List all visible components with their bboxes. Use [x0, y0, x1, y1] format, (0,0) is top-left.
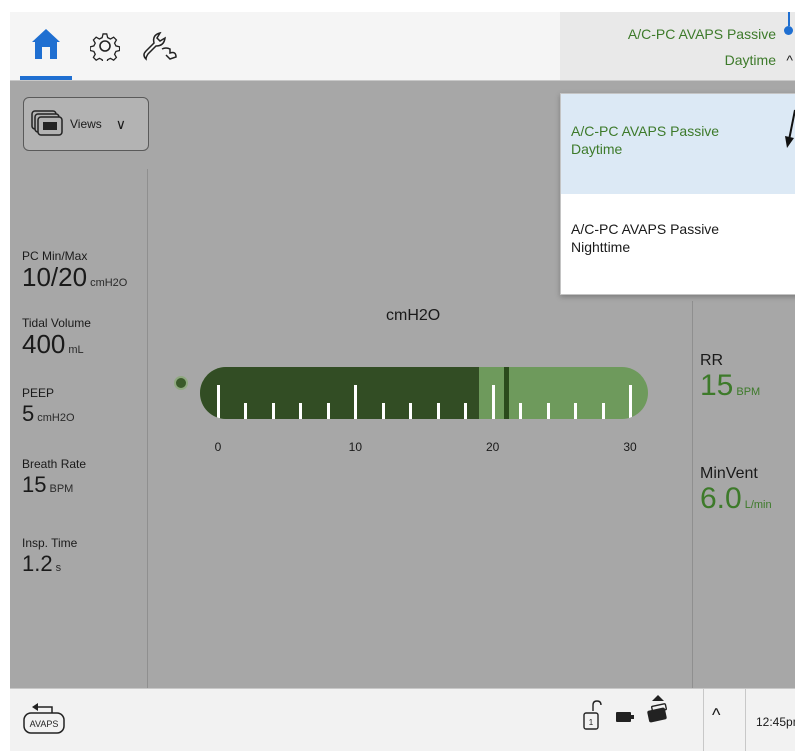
home-icon — [32, 29, 60, 59]
views-button[interactable]: Views ∨ — [23, 97, 149, 151]
clock-time: 12:45pm — [756, 715, 795, 729]
param-value: 5 cmH2O — [22, 401, 75, 426]
gauge-tick — [354, 385, 358, 419]
pressure-gauge — [200, 367, 648, 419]
mode-selector[interactable]: A/C-PC AVAPS Passive Daytime ^ — [560, 12, 795, 80]
param-tidal-volume[interactable]: Tidal Volume 400 mL — [22, 316, 91, 364]
tab-tools[interactable] — [135, 12, 185, 80]
annotation-line — [788, 12, 790, 26]
avaps-button[interactable]: AVAPS — [22, 703, 68, 735]
annotation-dot — [784, 26, 793, 35]
gauge-tick — [381, 403, 385, 419]
tab-settings[interactable] — [85, 12, 125, 80]
left-divider — [147, 169, 148, 689]
gauge-title: cmH2O — [386, 307, 441, 324]
gauge-tick — [217, 385, 220, 419]
gauge-tick — [244, 403, 248, 419]
views-icon — [31, 110, 63, 136]
dropdown-item-daytime[interactable]: A/C-PC AVAPS Passive Daytime — [561, 94, 795, 194]
chevron-up-icon[interactable]: ^ — [712, 705, 720, 726]
mode-dropdown: A/C-PC AVAPS Passive Daytime A/C-PC AVAP… — [560, 93, 795, 295]
param-value: 1.2 s — [22, 551, 62, 576]
param-label: Insp. Time — [22, 536, 78, 550]
dropdown-item-line1: A/C-PC AVAPS Passive — [571, 221, 720, 237]
param-value: 400 mL — [22, 329, 84, 359]
ventilator-screen: A/C-PC AVAPS Passive Daytime ^ Views ∨ P… — [10, 12, 795, 751]
gauge-tick — [519, 403, 523, 419]
gauge-tick — [491, 385, 495, 419]
gauge-tick — [629, 385, 632, 419]
mode-profile: Daytime — [724, 52, 776, 68]
views-label: Views — [70, 117, 102, 131]
gauge-marker — [504, 367, 510, 419]
dropdown-item-nighttime[interactable]: A/C-PC AVAPS Passive Nighttime — [561, 194, 795, 294]
param-value: 15 BPM — [22, 472, 74, 497]
gauge-indicator-dot — [174, 376, 188, 390]
param-label: Tidal Volume — [22, 316, 91, 330]
unlock-icon[interactable]: 1 — [582, 699, 602, 733]
gauge-tick — [326, 403, 330, 419]
param-label: PC Min/Max — [22, 249, 88, 263]
avaps-label: AVAPS — [30, 719, 59, 729]
bottom-bar: AVAPS 1 ^ 12:45pm — [10, 688, 795, 751]
param-label: RR — [700, 352, 724, 369]
bottom-divider — [745, 689, 746, 751]
annotation-arrow-icon — [785, 109, 795, 148]
tab-home[interactable] — [20, 12, 72, 80]
param-value: 6.0 L/min — [700, 482, 772, 515]
param-insp-time[interactable]: Insp. Time 1.2 s — [22, 536, 77, 582]
param-value: 10/20 cmH2O — [22, 262, 128, 292]
gauge-scale-label: 30 — [623, 440, 637, 454]
gauge-scale-label: 10 — [348, 440, 363, 454]
param-pc-min-max[interactable]: PC Min/Max 10/20 cmH2O — [22, 249, 127, 297]
gauge-tick — [546, 403, 550, 419]
param-label: Breath Rate — [22, 457, 87, 471]
top-bar: A/C-PC AVAPS Passive Daytime ^ — [10, 12, 795, 81]
bottom-divider — [703, 689, 704, 751]
dropdown-item-line2: Nighttime — [571, 239, 631, 255]
avaps-icon: AVAPS — [23, 703, 65, 734]
gauge-tick — [299, 403, 303, 419]
gauge-tick — [464, 403, 468, 419]
param-breath-rate[interactable]: Breath Rate 15 BPM — [22, 457, 86, 503]
gauge-scale-label: 20 — [485, 440, 500, 454]
dropdown-item-line1: A/C-PC AVAPS Passive — [571, 123, 720, 139]
param-minvent[interactable]: MinVent 6.0 L/min — [700, 465, 772, 521]
gauge-tick — [601, 403, 605, 419]
gauge-scale-label: 0 — [214, 440, 222, 454]
param-rr[interactable]: RR 15 BPM — [700, 352, 760, 408]
dropdown-item-line2: Daytime — [571, 141, 623, 157]
gauge-tick — [409, 403, 413, 419]
chevron-up-icon: ^ — [786, 52, 793, 68]
param-label: MinVent — [700, 465, 758, 482]
chevron-down-icon: ∨ — [115, 115, 127, 132]
power-source-icon[interactable] — [644, 695, 672, 725]
tools-icon — [143, 31, 177, 61]
param-value: 15 BPM — [700, 369, 761, 402]
gear-icon — [90, 33, 120, 61]
gauge-tick — [436, 403, 440, 419]
gauge-tick — [271, 403, 275, 419]
battery-icon — [616, 712, 634, 722]
mode-name: A/C-PC AVAPS Passive — [627, 26, 776, 42]
param-peep[interactable]: PEEP 5 cmH2O — [22, 386, 75, 432]
gauge-tick — [574, 403, 578, 419]
param-label: PEEP — [22, 386, 55, 400]
right-divider — [692, 301, 693, 689]
svg-text:1: 1 — [589, 718, 594, 727]
